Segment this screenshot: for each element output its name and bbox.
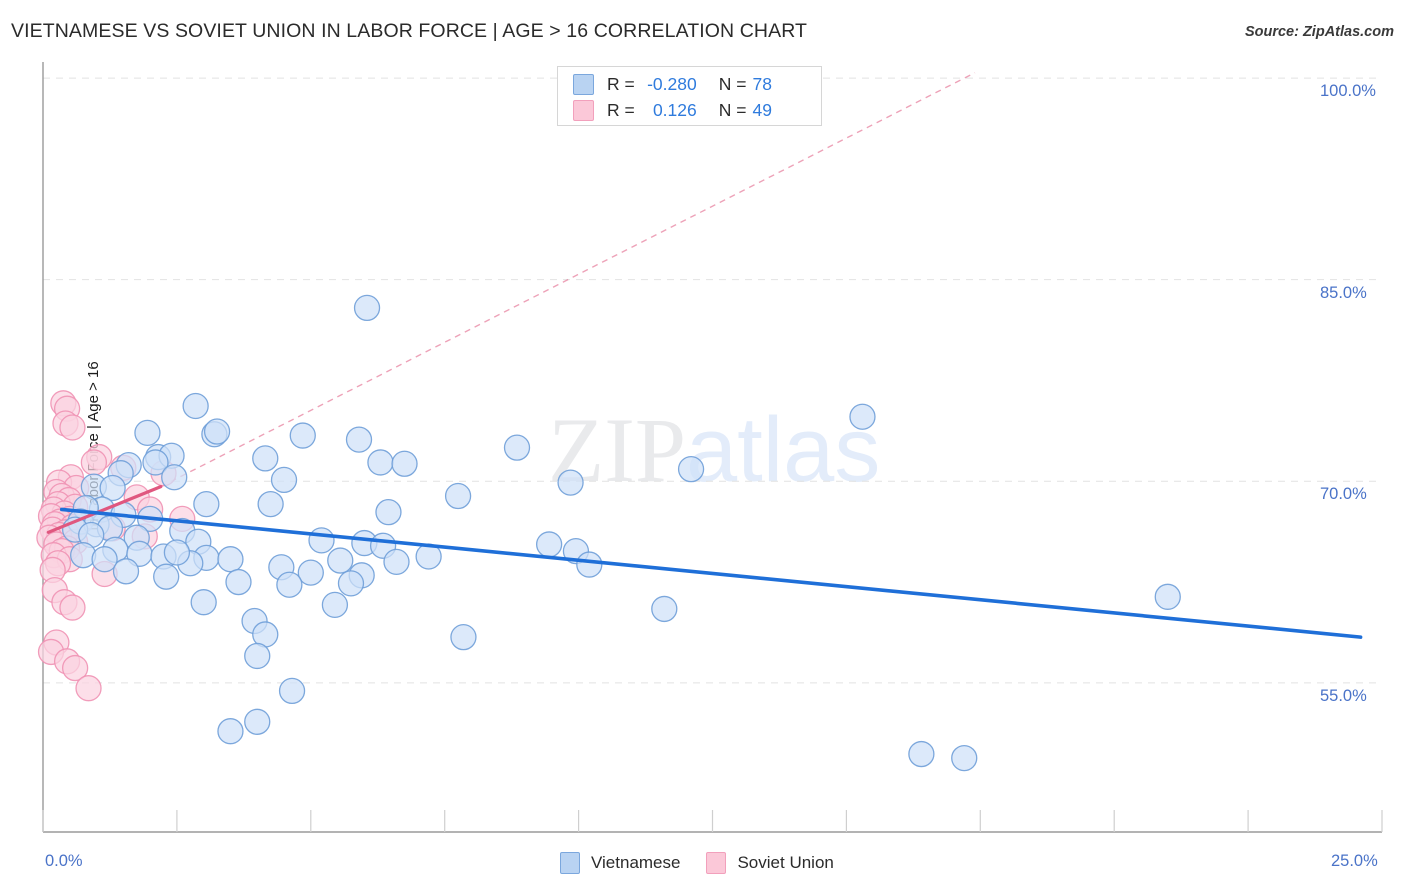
- data-point: [353, 294, 381, 322]
- x-tick-label: 25.0%: [1331, 852, 1378, 870]
- legend-label-vietnamese: Vietnamese: [591, 853, 681, 872]
- correlation-chart: VIETNAMESE VS SOVIET UNION IN LABOR FORC…: [0, 0, 1406, 892]
- data-point: [252, 445, 279, 472]
- y-tick-label: 70.0%: [1320, 485, 1367, 504]
- correlation-stats-box: R = -0.280 N = 78 R = 0.126 N = 49: [557, 66, 822, 126]
- data-point: [321, 591, 349, 619]
- data-point: [80, 449, 108, 476]
- data-point: [849, 403, 876, 430]
- data-point: [257, 490, 284, 518]
- data-point: [576, 551, 603, 578]
- data-point: [75, 675, 102, 702]
- data-point: [244, 708, 271, 735]
- data-point: [134, 419, 161, 447]
- plot-area: [36, 62, 1383, 833]
- data-point: [557, 469, 584, 496]
- r-label-vietnamese: R =: [607, 73, 635, 94]
- y-tick-label: 100.0%: [1320, 82, 1376, 101]
- data-point: [951, 744, 978, 772]
- stat-row-soviet-union: R = 0.126 N = 49: [573, 97, 772, 123]
- data-point: [276, 571, 303, 598]
- data-point: [193, 490, 220, 518]
- data-point: [112, 558, 140, 585]
- data-point: [367, 449, 394, 476]
- data-point: [391, 450, 418, 477]
- r-value-vietnamese: -0.280: [647, 73, 697, 94]
- data-point: [225, 568, 252, 596]
- data-point: [163, 539, 191, 566]
- data-point: [270, 466, 298, 494]
- data-point: [244, 642, 271, 670]
- data-point: [383, 548, 410, 576]
- legend-swatch-soviet-union: [573, 99, 594, 121]
- data-point: [677, 456, 705, 483]
- y-tick-label: 85.0%: [1320, 283, 1367, 302]
- data-point: [345, 426, 373, 453]
- data-point: [161, 464, 188, 491]
- legend-swatch-vietnamese: [573, 73, 594, 95]
- legend-color-soviet-union: [706, 852, 727, 874]
- n-label-vietnamese: N =: [718, 73, 747, 94]
- legend-color-vietnamese: [560, 852, 580, 874]
- data-point: [217, 546, 244, 573]
- data-point: [337, 570, 365, 597]
- legend-item-vietnamese[interactable]: Vietnamese: [560, 852, 680, 874]
- data-point: [289, 422, 316, 449]
- data-point: [327, 547, 354, 574]
- data-point: [59, 594, 86, 621]
- data-point: [535, 531, 563, 558]
- data-point: [503, 434, 531, 461]
- scatter-series-vietnamese: [61, 294, 1181, 772]
- x-tick-label: 0.0%: [45, 852, 83, 870]
- n-value-vietnamese: 78: [752, 73, 772, 94]
- chart-legend: Vietnamese Soviet Union: [560, 850, 860, 876]
- data-point: [375, 499, 402, 526]
- data-point: [153, 563, 180, 590]
- data-point: [59, 414, 86, 441]
- data-point: [182, 392, 209, 420]
- data-point: [444, 482, 472, 510]
- data-point: [908, 740, 935, 768]
- data-point: [190, 589, 217, 616]
- data-point: [1154, 583, 1181, 610]
- n-label-soviet-union: N =: [718, 99, 747, 120]
- data-point: [278, 677, 306, 705]
- legend-item-soviet-union[interactable]: Soviet Union: [706, 852, 834, 874]
- legend-label-soviet-union: Soviet Union: [737, 853, 834, 872]
- data-point: [308, 527, 335, 554]
- y-tick-label: 55.0%: [1320, 686, 1367, 705]
- r-label-soviet-union: R =: [607, 99, 635, 120]
- data-point: [70, 542, 97, 569]
- r-value-soviet-union: 0.126: [652, 99, 697, 120]
- data-point: [651, 595, 678, 623]
- data-point: [203, 418, 231, 445]
- data-point: [217, 718, 244, 745]
- stat-row-vietnamese: R = -0.280 N = 78: [573, 71, 772, 97]
- data-point: [450, 623, 477, 651]
- n-value-soviet-union: 49: [752, 99, 772, 120]
